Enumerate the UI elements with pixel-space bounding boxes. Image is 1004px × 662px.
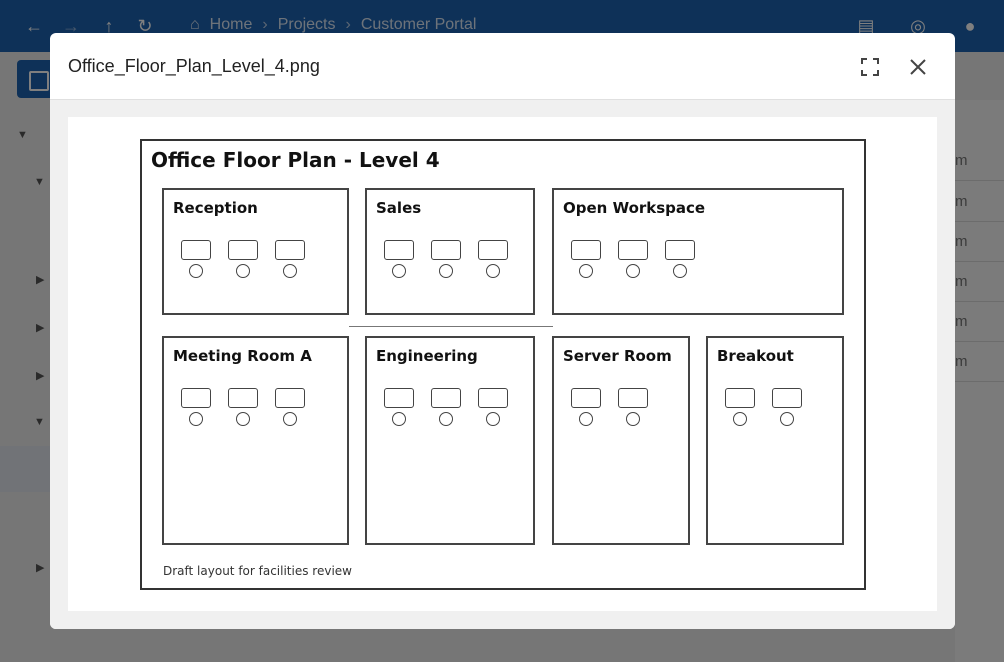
- room-label: Engineering: [376, 347, 478, 365]
- floor-plan-image: Office Floor Plan - Level 4 Reception Sa…: [140, 139, 866, 590]
- chair: [392, 264, 406, 278]
- chair: [283, 412, 297, 426]
- desk: [571, 240, 601, 260]
- room-sales: Sales: [365, 188, 535, 315]
- desk-group: [384, 388, 508, 426]
- workstation: [431, 240, 461, 278]
- workstation: [181, 240, 211, 278]
- chair: [189, 264, 203, 278]
- floor-plan-note: Draft layout for facilities review: [163, 564, 352, 578]
- chair: [780, 412, 794, 426]
- room-server-room: Server Room: [552, 336, 690, 545]
- desk: [772, 388, 802, 408]
- chair: [392, 412, 406, 426]
- desk: [478, 388, 508, 408]
- image-canvas: Office Floor Plan - Level 4 Reception Sa…: [68, 117, 937, 611]
- desk: [275, 388, 305, 408]
- workstation: [478, 388, 508, 426]
- workstation: [431, 388, 461, 426]
- desk: [228, 240, 258, 260]
- desk: [275, 240, 305, 260]
- modal-header: Office_Floor_Plan_Level_4.png: [50, 33, 955, 100]
- desk-group: [725, 388, 802, 426]
- workstation: [618, 388, 648, 426]
- workstation: [725, 388, 755, 426]
- desk: [618, 388, 648, 408]
- modal-body: Office Floor Plan - Level 4 Reception Sa…: [50, 100, 955, 629]
- desk: [384, 388, 414, 408]
- chair: [236, 264, 250, 278]
- workstation: [665, 240, 695, 278]
- workstation: [228, 240, 258, 278]
- chair: [439, 264, 453, 278]
- room-label: Meeting Room A: [173, 347, 312, 365]
- chair: [733, 412, 747, 426]
- desk: [431, 388, 461, 408]
- workstation: [384, 240, 414, 278]
- desk: [384, 240, 414, 260]
- room-engineering: Engineering: [365, 336, 535, 545]
- desk-group: [181, 388, 305, 426]
- room-label: Breakout: [717, 347, 794, 365]
- desk: [725, 388, 755, 408]
- desk-group: [571, 240, 695, 278]
- workstation: [571, 388, 601, 426]
- room-breakout: Breakout: [706, 336, 844, 545]
- chair: [439, 412, 453, 426]
- desk-group: [384, 240, 508, 278]
- desk: [181, 388, 211, 408]
- chair: [626, 412, 640, 426]
- chair: [283, 264, 297, 278]
- desk: [478, 240, 508, 260]
- workstation: [571, 240, 601, 278]
- chair: [579, 412, 593, 426]
- close-button[interactable]: [904, 53, 932, 81]
- close-icon: [910, 59, 926, 75]
- chair: [626, 264, 640, 278]
- room-label: Server Room: [563, 347, 672, 365]
- chair: [189, 412, 203, 426]
- chair: [236, 412, 250, 426]
- room-label: Reception: [173, 199, 258, 217]
- desk-group: [181, 240, 305, 278]
- room-reception: Reception: [162, 188, 349, 315]
- desk: [618, 240, 648, 260]
- room-label: Open Workspace: [563, 199, 706, 217]
- workstation: [478, 240, 508, 278]
- desk: [431, 240, 461, 260]
- desk: [665, 240, 695, 260]
- room-label: Sales: [376, 199, 422, 217]
- expand-icon: [861, 58, 879, 76]
- workstation: [772, 388, 802, 426]
- desk: [571, 388, 601, 408]
- chair: [486, 264, 500, 278]
- workstation: [181, 388, 211, 426]
- room-open-workspace: Open Workspace: [552, 188, 844, 315]
- image-preview-modal: Office_Floor_Plan_Level_4.png Office Flo…: [50, 33, 955, 629]
- desk: [181, 240, 211, 260]
- floor-plan-title: Office Floor Plan - Level 4: [151, 148, 440, 172]
- workstation: [275, 388, 305, 426]
- corridor-line: [349, 326, 553, 327]
- room-meeting-room-a: Meeting Room A: [162, 336, 349, 545]
- chair: [579, 264, 593, 278]
- workstation: [384, 388, 414, 426]
- workstation: [618, 240, 648, 278]
- chair: [673, 264, 687, 278]
- desk-group: [571, 388, 648, 426]
- chair: [486, 412, 500, 426]
- desk: [228, 388, 258, 408]
- expand-button[interactable]: [856, 53, 884, 81]
- modal-title: Office_Floor_Plan_Level_4.png: [68, 56, 320, 76]
- workstation: [275, 240, 305, 278]
- workstation: [228, 388, 258, 426]
